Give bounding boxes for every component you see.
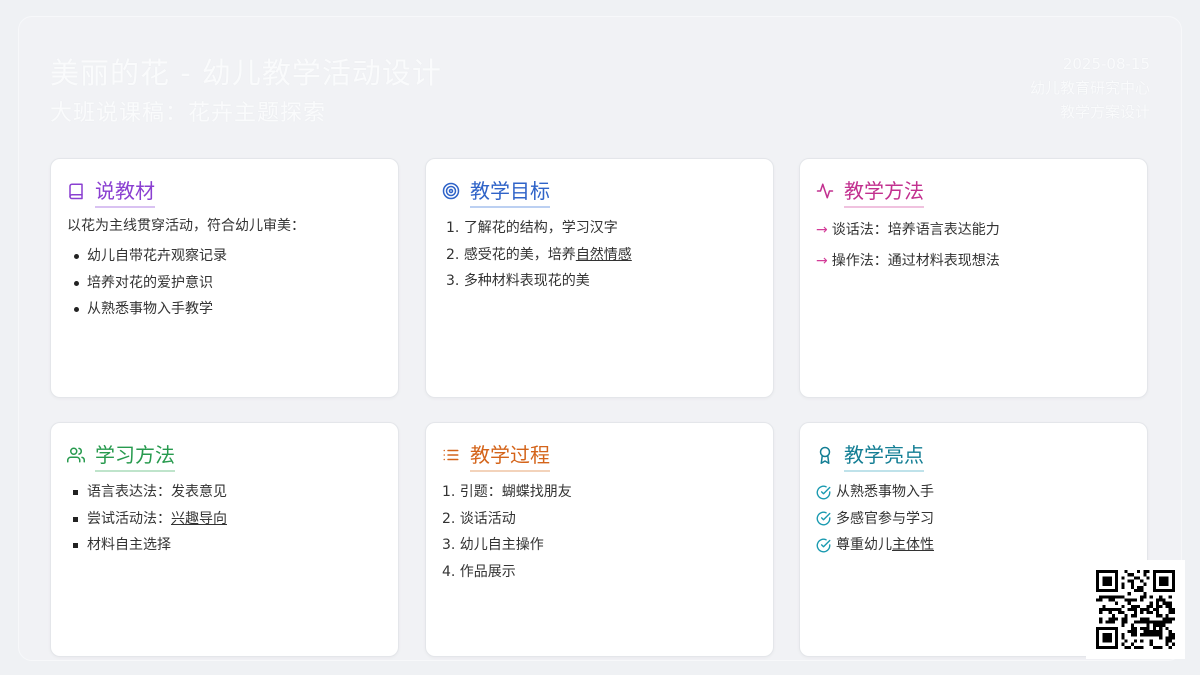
item-text: 材料自主选择 — [87, 537, 171, 553]
card-title: 教学目标 — [470, 175, 550, 208]
list-item: 尊重幼儿 主体性 — [816, 532, 1131, 559]
list-item: → 操作法：通过材料表现想法 — [816, 246, 1131, 277]
card-title: 教学亮点 — [844, 439, 924, 472]
item-number: 1. — [446, 220, 460, 236]
item-text: 从熟悉事物入手 — [836, 484, 934, 500]
numbered-list: 1. 了解花的结构，学习汉字 2. 感受花的美，培养自然情感 3. 多种材料表现… — [442, 215, 757, 295]
item-text: 谈话法：培养语言表达能力 — [831, 222, 1000, 238]
arrow-right-icon: → — [816, 222, 828, 238]
check-circle-icon — [816, 538, 831, 553]
card-learning: 学习方法 语言表达法：发表意见 尝试活动法：兴趣导向 材料自主选择 — [50, 422, 399, 657]
page-title: 美丽的花 - 幼儿教学活动设计 — [50, 56, 442, 90]
card-header: 教学亮点 — [816, 439, 1131, 472]
item-text: 了解花的结构，学习汉字 — [463, 220, 618, 236]
list-item: 1. 了解花的结构，学习汉字 — [446, 215, 757, 242]
org-label: 幼儿教育研究中心 — [1029, 79, 1150, 97]
list-item: 3. 幼儿自主操作 — [442, 537, 544, 553]
list-item: 材料自主选择 — [73, 532, 382, 559]
book-icon — [69, 183, 83, 200]
card-title: 说教材 — [95, 175, 155, 208]
list-item: 从熟悉事物入手教学 — [74, 296, 382, 323]
item-text: 操作法：通过材料表现想法 — [831, 253, 1000, 269]
list-item: 3. 多种材料表现花的美 — [446, 268, 757, 295]
item-number: 2. — [446, 246, 460, 263]
card-header: 教学过程 — [442, 439, 757, 472]
item-text: 尝试活动法： — [87, 510, 171, 527]
item-text: 语言表达法：发表意见 — [87, 484, 227, 500]
qr-code-icon[interactable] — [1086, 560, 1185, 659]
card-header: 学习方法 — [67, 439, 382, 472]
users-icon — [67, 447, 85, 463]
numbered-list: 1. 引题：蝴蝶找朋友 2. 谈话活动 3. 幼儿自主操作 4. 作品展示 — [442, 479, 757, 585]
list-item: → 谈话法：培养语言表达能力 — [816, 215, 1131, 246]
list-icon — [443, 449, 459, 461]
item-text: 多感官参与学习 — [836, 510, 934, 527]
item-text: 尊重幼儿 — [836, 537, 892, 553]
list-item: 2. 谈话活动 — [442, 510, 516, 527]
check-circle-icon — [816, 511, 831, 526]
item-text: 感受花的美，培养 — [463, 246, 576, 263]
card-header: 说教材 — [67, 175, 382, 208]
card-material: 说教材 以花为主线贯穿活动，符合幼儿审美： 幼儿自带花卉观察记录 培养对花的爱护… — [50, 158, 399, 398]
item-emphasis: 主体性 — [892, 537, 934, 553]
bullet-list: 语言表达法：发表意见 尝试活动法：兴趣导向 材料自主选择 — [67, 479, 382, 559]
list-item: 语言表达法：发表意见 — [73, 479, 382, 506]
page: 美丽的花 - 幼儿教学活动设计 大班说课稿：花卉主题探索 2025-08-15 … — [0, 0, 1200, 675]
page-subtitle: 大班说课稿：花卉主题探索 — [50, 101, 327, 126]
list-item: 多感官参与学习 — [816, 506, 1131, 533]
item-emphasis: 兴趣导向 — [171, 510, 227, 527]
list-item: 培养对花的爱护意识 — [74, 270, 382, 297]
item-text: 多种材料表现花的美 — [463, 273, 590, 289]
activity-icon — [816, 183, 834, 199]
list-item: 2. 感受花的美，培养自然情感 — [446, 242, 757, 269]
date-label: 2025-08-15 — [1062, 55, 1150, 73]
card-header: 教学方法 — [816, 175, 1131, 208]
list-item: 1. 引题：蝴蝶找朋友 — [442, 484, 572, 500]
target-icon — [442, 182, 460, 200]
check-circle-icon — [816, 485, 831, 500]
arrow-right-icon: → — [816, 253, 828, 269]
award-icon — [819, 446, 831, 464]
card-process: 教学过程 1. 引题：蝴蝶找朋友 2. 谈话活动 3. 幼儿自主操作 4. 作品… — [425, 422, 774, 657]
bullet-list: 幼儿自带花卉观察记录 培养对花的爱护意识 从熟悉事物入手教学 — [67, 243, 382, 323]
card-methods: 教学方法 → 谈话法：培养语言表达能力 → 操作法：通过材料表现想法 — [799, 158, 1148, 398]
list-item: 4. 作品展示 — [442, 563, 516, 580]
card-title: 学习方法 — [95, 439, 175, 472]
item-number: 3. — [446, 273, 460, 289]
list-item: 幼儿自带花卉观察记录 — [74, 243, 382, 270]
card-intro: 以花为主线贯穿活动，符合幼儿审美： — [67, 218, 305, 234]
card-header: 教学目标 — [442, 175, 757, 208]
qr-code-graphic — [1096, 570, 1175, 649]
header-meta: 2025-08-15 幼儿教育研究中心 教学方案设计 — [1030, 52, 1150, 124]
card-title: 教学过程 — [470, 439, 550, 472]
card-title: 教学方法 — [844, 175, 924, 208]
list-item: 从熟悉事物入手 — [816, 479, 1131, 506]
list-item: 尝试活动法：兴趣导向 — [73, 506, 382, 533]
item-emphasis: 自然情感 — [575, 246, 632, 263]
doc-type-label: 教学方案设计 — [1059, 103, 1150, 121]
card-goals: 教学目标 1. 了解花的结构，学习汉字 2. 感受花的美，培养自然情感 3. 多… — [425, 158, 774, 398]
